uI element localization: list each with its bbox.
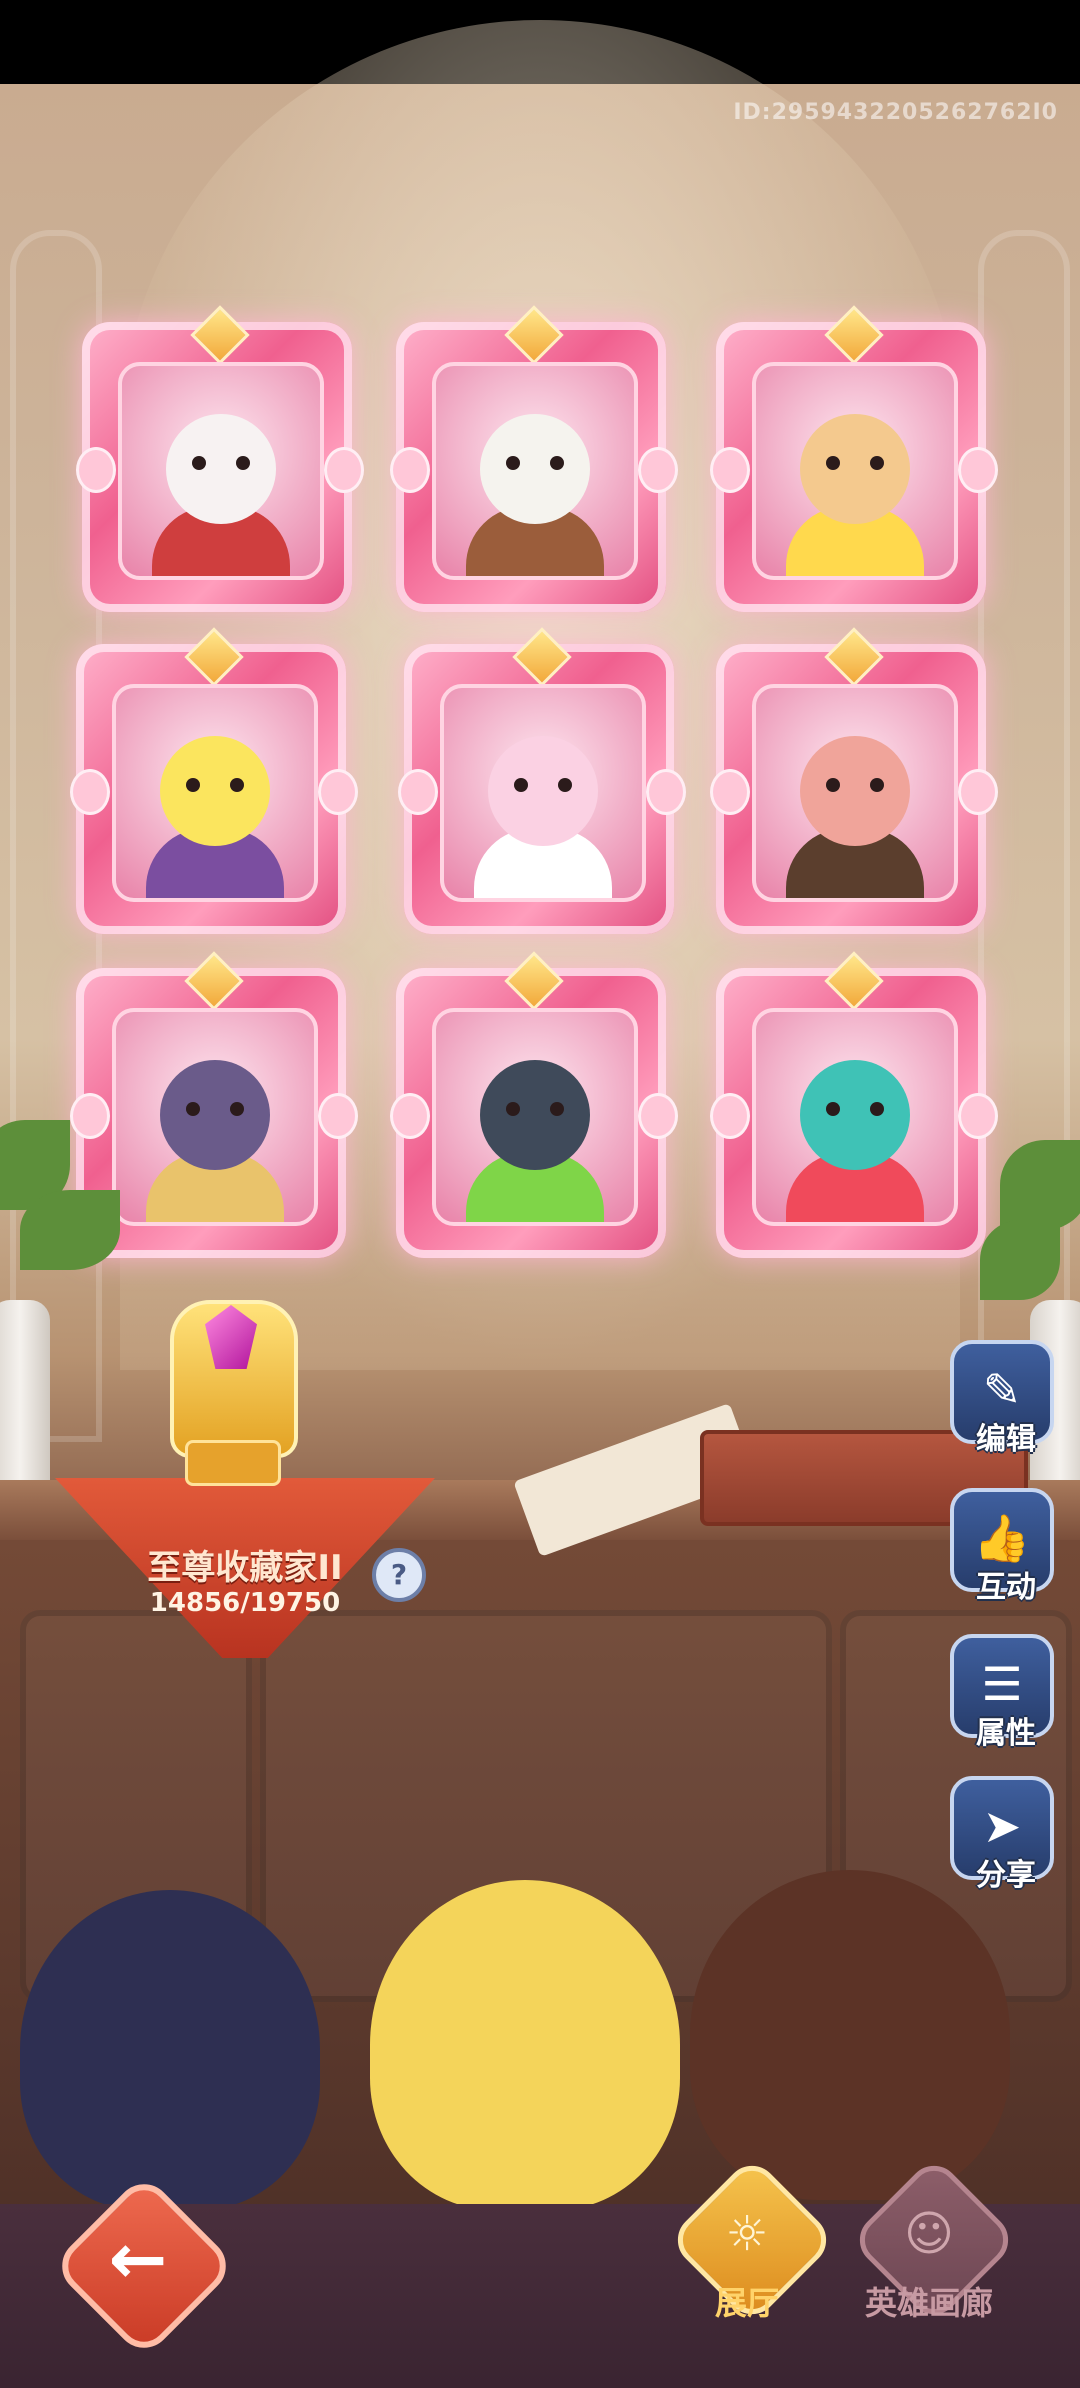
hero-frame[interactable]	[710, 627, 998, 934]
frame-knob	[76, 447, 116, 493]
hero-eye	[186, 1102, 200, 1116]
hero-eye	[506, 1102, 520, 1116]
blonde-pig-hero-portrait	[112, 684, 318, 902]
plant-leaf	[20, 1190, 120, 1270]
hall-tab-label: 展厅	[714, 2284, 779, 2322]
frame-knob	[70, 769, 110, 815]
wizard-grandpa-hero-portrait	[432, 362, 638, 580]
hero-eye	[870, 778, 884, 792]
hero-face	[800, 1060, 910, 1170]
hero-eye	[826, 1102, 840, 1116]
hero-gallery-icon: ☺	[903, 2206, 955, 2262]
plant-leaf	[980, 1220, 1060, 1300]
hero-eye	[826, 456, 840, 470]
hero-frame[interactable]	[70, 627, 358, 934]
hero-eye	[230, 1102, 244, 1116]
hero-eye	[558, 778, 572, 792]
hero-frame[interactable]	[76, 305, 364, 612]
hall-icon: ☼	[725, 2206, 769, 2262]
plant-leaf	[1000, 1140, 1080, 1230]
arrow-left-icon: ←	[108, 2218, 168, 2300]
hero-eye	[514, 778, 528, 792]
hero-gallery-tab-label: 英雄画廊	[864, 2284, 993, 2322]
collection-progress: 14856/19750	[149, 1588, 341, 1618]
hero-frame[interactable]	[398, 627, 686, 934]
viewer-character-3	[690, 1870, 1010, 2200]
hero-eye	[870, 456, 884, 470]
frame-knob	[958, 1093, 998, 1139]
pig-hat-hero-portrait	[752, 684, 958, 902]
edit-label: 编辑	[976, 1422, 1036, 1457]
frame-knob	[70, 1093, 110, 1139]
mermaid-hero-portrait	[752, 1008, 958, 1226]
hero-eye	[826, 778, 840, 792]
list-icon: ☰	[981, 1657, 1023, 1711]
share-label: 分享	[976, 1858, 1036, 1893]
frame-knob	[390, 1093, 430, 1139]
hero-eye	[870, 1102, 884, 1116]
hero-face	[480, 1060, 590, 1170]
frame-knob	[646, 769, 686, 815]
hero-frame[interactable]	[390, 951, 678, 1258]
frame-knob	[710, 769, 750, 815]
hero-eye	[506, 456, 520, 470]
frame-knob	[390, 447, 430, 493]
hero-face	[160, 1060, 270, 1170]
edit-icon: ✎	[982, 1363, 1022, 1417]
frame-knob	[958, 769, 998, 815]
frame-knob	[958, 447, 998, 493]
trophy-base	[185, 1440, 281, 1486]
interact-label: 互动	[976, 1570, 1036, 1605]
hero-eye	[192, 456, 206, 470]
thumbs-up-icon: 👍	[973, 1511, 1031, 1565]
collector-title: 至尊收藏家II	[147, 1548, 343, 1588]
hero-face	[166, 414, 276, 524]
hero-eye	[236, 456, 250, 470]
send-icon: ➤	[982, 1799, 1022, 1853]
hero-face	[160, 736, 270, 846]
hero-face	[488, 736, 598, 846]
vase-left	[0, 1300, 50, 1490]
frame-knob	[710, 447, 750, 493]
hero-frame[interactable]	[710, 951, 998, 1258]
hero-face	[800, 414, 910, 524]
hero-eye	[550, 1102, 564, 1116]
penguin-hero-portrait	[432, 1008, 638, 1226]
exhibition-hall-screen: ID:2959432205262762I0 至尊收藏家II 14856/1975…	[0, 0, 1080, 2388]
frame-knob	[324, 447, 364, 493]
viewer-character-1	[20, 1890, 320, 2210]
hero-face	[480, 414, 590, 524]
white-sheep-hero-portrait	[118, 362, 324, 580]
attributes-label: 属性	[976, 1716, 1036, 1751]
dark-horn-hero-portrait	[112, 1008, 318, 1226]
frame-knob	[398, 769, 438, 815]
help-icon[interactable]: ?	[372, 1548, 426, 1602]
viewer-character-2	[370, 1880, 680, 2210]
hero-eye	[550, 456, 564, 470]
frame-knob	[710, 1093, 750, 1139]
hero-eye	[186, 778, 200, 792]
hero-face	[800, 736, 910, 846]
hero-frame[interactable]	[710, 305, 998, 612]
user-id-label: ID:2959432205262762I0	[733, 100, 1058, 125]
frame-knob	[318, 1093, 358, 1139]
frame-knob	[638, 1093, 678, 1139]
pink-lamb-hero-portrait	[440, 684, 646, 902]
frame-knob	[638, 447, 678, 493]
frame-knob	[318, 769, 358, 815]
hero-eye	[230, 778, 244, 792]
star-girl-hero-portrait	[752, 362, 958, 580]
hero-frame[interactable]	[390, 305, 678, 612]
